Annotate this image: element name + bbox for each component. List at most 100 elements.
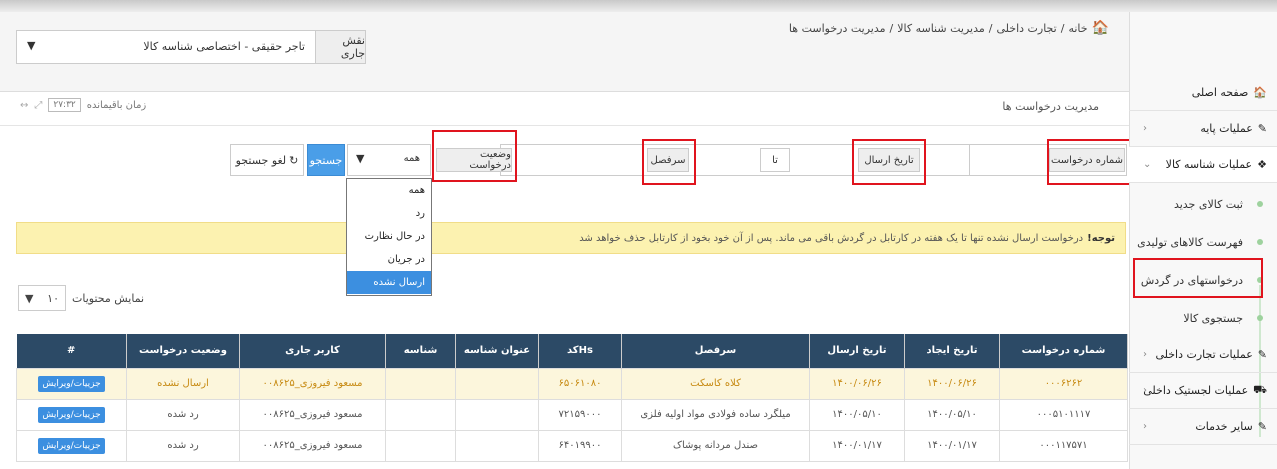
chevron-left-icon: ‹ (1143, 123, 1147, 134)
clear-search-label: لغو جستجو (235, 153, 287, 167)
home-icon[interactable]: 🏠 (1092, 20, 1109, 36)
highlight-heading (642, 139, 696, 185)
col-id-title[interactable]: عنوان شناسه (455, 334, 539, 368)
chevron-left-icon: ‹ (1143, 349, 1147, 360)
table-row[interactable]: ۰۰۰۱۱۷۵۷۱ ۱۴۰۰/۰۱/۱۷ ۱۴۰۰/۰۱/۱۷ صندل مرد… (16, 429, 1128, 462)
expand-icon[interactable]: ⤢ (34, 100, 42, 111)
status-select-value: همه (403, 153, 420, 164)
table-header-row: شماره درخواست تاریخ ایجاد تاریخ ارسال سر… (16, 334, 1128, 368)
truck-icon: ⛟ (1253, 383, 1267, 396)
cell-actions: جزییات/ویرایش (16, 398, 127, 431)
cell-heading: صندل مردانه پوشاک (621, 429, 810, 462)
chevron-down-icon[interactable]: ▼ (356, 152, 364, 165)
cell-id (385, 398, 456, 431)
sidebar-item-label: صفحه اصلی (1191, 86, 1249, 99)
sidebar-item-home[interactable]: 🏠 صفحه اصلی (1129, 75, 1277, 111)
cell-status: رد شده (126, 398, 240, 431)
breadcrumb-domestic-trade[interactable]: تجارت داخلی (996, 22, 1056, 35)
chevron-down-icon[interactable]: ▼ (25, 292, 33, 305)
col-current-user[interactable]: کاربر جاری (239, 334, 386, 368)
status-option[interactable]: رد (347, 202, 431, 225)
sidebar-item-domestic-trade[interactable]: ✎ عملیات تجارت داخلی ‹ (1129, 337, 1277, 373)
col-heading[interactable]: سرفصل (621, 334, 810, 368)
sidebar-subitem-product-list[interactable]: فهرست کالاهای تولیدی (1129, 223, 1277, 261)
status-option-selected[interactable]: ارسال نشده (347, 271, 431, 294)
status-select[interactable]: همه ▼ (347, 144, 431, 176)
table-row[interactable]: ۰۰۰۶۲۶۲ ۱۴۰۰/۰۶/۲۶ ۱۴۰۰/۰۶/۲۶ کلاه کاسکت… (16, 367, 1128, 400)
edit-icon: ✎ (1257, 348, 1267, 361)
sidebar-item-label: عملیات لجستیک داخلی (1143, 384, 1249, 397)
col-actions: # (16, 334, 127, 368)
status-option[interactable]: در حال نظارت (347, 225, 431, 248)
status-dropdown[interactable]: همه رد در حال نظارت در جریان ارسال نشده (346, 178, 432, 296)
details-edit-button[interactable]: جزییات/ویرایش (38, 437, 105, 454)
cell-created-date: ۱۴۰۰/۰۶/۲۶ (904, 367, 1000, 400)
page-size-select[interactable]: ▼ ۱۰ (18, 285, 66, 311)
breadcrumb-product-id[interactable]: مدیریت شناسه کالا (897, 22, 985, 35)
breadcrumb-separator: / (889, 21, 894, 35)
cell-request-number: ۰۰۰۵۱۰۱۱۱۷ (999, 398, 1128, 431)
cell-send-date: ۱۴۰۰/۰۶/۲۶ (809, 367, 905, 400)
bullet-icon (1257, 315, 1263, 321)
cell-current-user: مسعود فیروزی_۰۰۸۶۲۵ (239, 367, 386, 400)
cell-id (385, 367, 456, 400)
arrows-icon[interactable]: ↔ (20, 100, 28, 111)
col-request-number[interactable]: شماره درخواست (999, 334, 1128, 368)
bullet-icon (1257, 239, 1263, 245)
chevron-down-icon: ⌄ (1143, 159, 1152, 170)
role-select[interactable]: نقش جاری تاجر حقیقی - اختصاصی شناسه کالا… (16, 30, 366, 64)
cell-heading: میلگرد ساده فولادی مواد اولیه فلزی (621, 398, 810, 431)
breadcrumb-separator: / (988, 21, 993, 35)
col-id[interactable]: شناسه (385, 334, 456, 368)
details-edit-button[interactable]: جزییات/ویرایش (38, 406, 105, 423)
home-icon: 🏠 (1253, 86, 1267, 99)
cell-status: رد شده (126, 429, 240, 462)
sidebar-item-product-id[interactable]: ❖ عملیات شناسه کالا ⌄ (1129, 147, 1277, 183)
chevron-down-icon[interactable]: ▼ (27, 39, 35, 52)
cell-hs-code: ۷۲۱۵۹۰۰۰ (538, 398, 622, 431)
sidebar-item-other[interactable]: ✎ سایر خدمات ‹ (1129, 409, 1277, 445)
sidebar-item-label: سایر خدمات (1195, 420, 1253, 433)
highlight-requests (1133, 258, 1263, 298)
cell-request-number: ۰۰۰۶۲۶۲ (999, 367, 1128, 400)
cell-id-title (455, 429, 539, 462)
table-row[interactable]: ۰۰۰۵۱۰۱۱۱۷ ۱۴۰۰/۰۵/۱۰ ۱۴۰۰/۰۵/۱۰ میلگرد … (16, 398, 1128, 431)
breadcrumb-home[interactable]: خانه (1068, 22, 1087, 35)
page-size-label: نمایش محتویات (72, 291, 145, 305)
page-size: نمایش محتویات ▼ ۱۰ (18, 285, 144, 311)
chevron-left-icon: ‹ (1143, 385, 1147, 396)
bullet-icon (1257, 201, 1263, 207)
cell-status: ارسال نشده (126, 367, 240, 400)
status-option[interactable]: در جریان (347, 248, 431, 271)
timer-value: ۲۷:۳۲ (48, 98, 81, 112)
page-title-bar: مدیریت درخواست ها زمان باقیمانده ۲۷:۳۲ ⤢… (0, 92, 1129, 126)
cell-send-date: ۱۴۰۰/۰۵/۱۰ (809, 398, 905, 431)
sidebar-subitem-search[interactable]: جستجوی کالا (1129, 299, 1277, 337)
sidebar-subitem-new-product[interactable]: ثبت کالای جدید (1129, 185, 1277, 223)
page-size-value: ۱۰ (47, 291, 59, 305)
highlight-send-date (852, 139, 926, 185)
col-hs-code[interactable]: Hsکد (538, 334, 622, 368)
clear-search-button[interactable]: ↻ لغو جستجو (230, 144, 304, 176)
status-option[interactable]: همه (347, 179, 431, 202)
details-edit-button[interactable]: جزییات/ویرایش (38, 375, 105, 392)
col-send-date[interactable]: تاریخ ارسال (809, 334, 905, 368)
edit-icon: ✎ (1257, 420, 1267, 433)
sidebar-subitem-label: جستجوی کالا (1183, 311, 1243, 325)
col-status[interactable]: وضعیت درخواست (126, 334, 240, 368)
cell-hs-code: ۶۵۰۶۱۰۸۰ (538, 367, 622, 400)
sidebar-subitem-label: ثبت کالای جدید (1173, 197, 1243, 211)
sidebar-item-label: عملیات شناسه کالا (1165, 158, 1253, 171)
requests-table: شماره درخواست تاریخ ایجاد تاریخ ارسال سر… (16, 334, 1128, 462)
breadcrumb-separator: / (1060, 21, 1065, 35)
timer-label: زمان باقیمانده (86, 99, 147, 111)
sidebar-item-base-ops[interactable]: ✎ عملیات پایه ‹ (1129, 111, 1277, 147)
refresh-icon: ↻ (289, 153, 299, 167)
cell-actions: جزییات/ویرایش (16, 367, 127, 400)
col-created-date[interactable]: تاریخ ایجاد (904, 334, 1000, 368)
role-label: نقش جاری (315, 31, 365, 63)
sidebar-item-logistics[interactable]: ⛟ عملیات لجستیک داخلی ‹ (1129, 373, 1277, 409)
search-button[interactable]: جستجو (307, 144, 345, 176)
cubes-icon: ❖ (1257, 158, 1267, 171)
cell-hs-code: ۶۴۰۱۹۹۰۰ (538, 429, 622, 462)
